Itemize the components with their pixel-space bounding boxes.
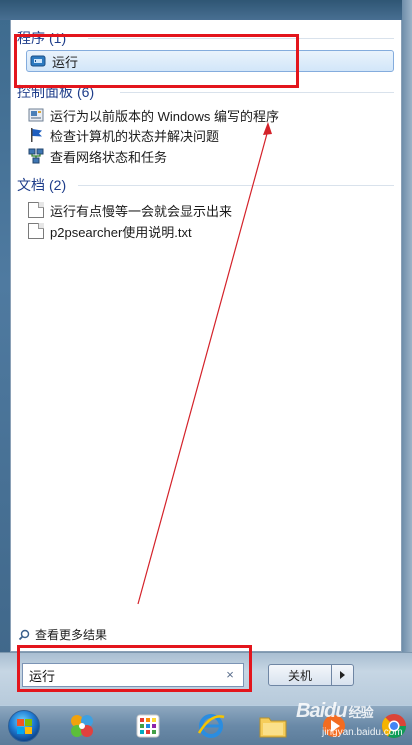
result-item-network-status[interactable]: 查看网络状态和任务 [28, 146, 167, 166]
baidu-watermark: Baidu 经验 [296, 700, 374, 723]
result-item-label: 运行为以前版本的 Windows 编写的程序 [50, 108, 279, 124]
result-item-document-2[interactable]: p2psearcher使用说明.txt [28, 221, 192, 241]
text-document-icon [28, 202, 44, 218]
result-item-label: p2psearcher使用说明.txt [50, 224, 192, 240]
file-explorer-icon[interactable] [255, 710, 291, 742]
group-title: 程序 [17, 30, 45, 46]
group-divider [88, 38, 394, 39]
compatibility-icon [28, 107, 44, 123]
group-title: 控制面板 [17, 84, 73, 100]
pinwheel-app-icon[interactable] [64, 710, 100, 742]
group-divider [120, 92, 394, 93]
result-item-label: 运行有点慢等一会就会显示出来 [50, 203, 233, 219]
clear-search-icon[interactable]: × [223, 668, 237, 682]
group-count: (2) [49, 177, 67, 193]
start-menu-top-frame [0, 0, 412, 20]
group-divider [78, 185, 394, 186]
search-input[interactable] [29, 667, 223, 683]
result-item-label: 查看网络状态和任务 [50, 149, 168, 165]
watermark-url: jingyan.baidu.com [322, 727, 403, 738]
result-item-run[interactable]: 运行 [26, 50, 394, 72]
internet-explorer-icon[interactable] [193, 710, 229, 742]
group-title: 文档 [17, 177, 45, 193]
result-item-compatibility[interactable]: 运行为以前版本的 Windows 编写的程序 [28, 105, 279, 125]
shutdown-options-arrow-icon[interactable] [332, 664, 354, 686]
shutdown-label: 关机 [287, 668, 312, 683]
group-header-documents[interactable]: 文档 (2) [17, 175, 66, 195]
group-header-control-panel[interactable]: 控制面板 (6) [17, 82, 94, 102]
start-menu-right-frame [402, 0, 412, 705]
group-header-programs[interactable]: 程序 (1) [17, 28, 66, 48]
result-item-document-1[interactable]: 运行有点慢等一会就会显示出来 [28, 200, 232, 220]
shutdown-button[interactable]: 关机 [268, 664, 332, 686]
watermark-brand-paw: du [324, 700, 347, 722]
watermark-brand: Bai [296, 700, 325, 722]
start-menu: 程序 (1) 运行 控制面板 (6) 运行为以前版本的 Windows 编写的程序 [0, 0, 412, 705]
search-icon [18, 629, 30, 641]
group-count: (6) [77, 84, 95, 100]
text-document-icon [28, 223, 44, 239]
start-button[interactable] [4, 710, 44, 742]
watermark-sub: 经验 [348, 705, 374, 720]
result-item-label: 运行 [52, 54, 79, 70]
result-item-label: 检查计算机的状态并解决问题 [50, 128, 220, 144]
see-more-results-link[interactable]: 查看更多结果 [18, 626, 107, 643]
see-more-label: 查看更多结果 [35, 628, 108, 642]
run-dialog-icon [30, 53, 46, 69]
colorful-grid-app-icon[interactable] [130, 710, 166, 742]
network-icon [28, 148, 44, 164]
search-box[interactable]: × [22, 663, 244, 687]
result-item-action-center[interactable]: 检查计算机的状态并解决问题 [28, 125, 219, 145]
windows-logo-icon [8, 710, 40, 742]
group-count: (1) [49, 30, 67, 46]
action-center-flag-icon [28, 127, 44, 143]
